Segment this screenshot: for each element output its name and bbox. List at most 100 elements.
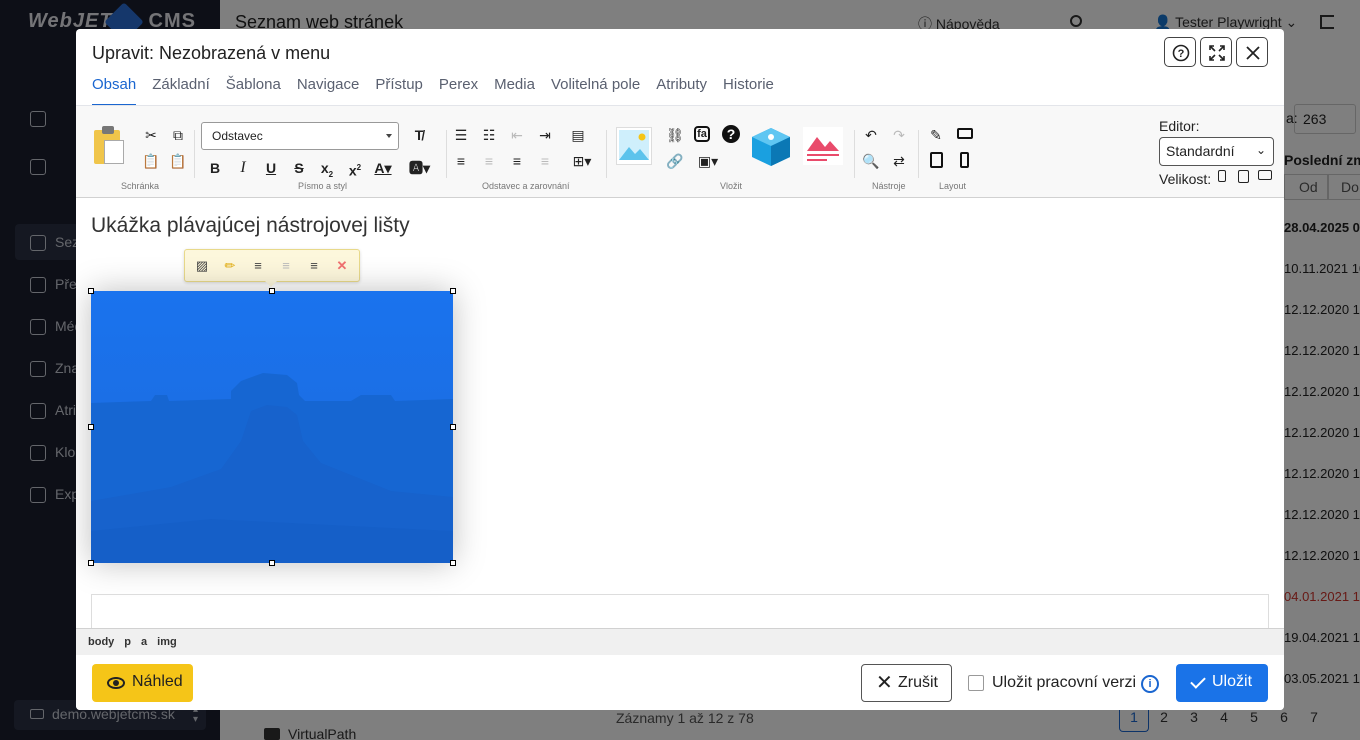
tab-historie[interactable]: Historie xyxy=(723,76,774,106)
insert-image-icon[interactable] xyxy=(616,127,652,165)
redo-icon[interactable]: ↷ xyxy=(890,126,908,144)
paste-word-icon[interactable]: 📋 xyxy=(169,152,187,170)
expand-icon xyxy=(1209,45,1225,61)
content-image[interactable] xyxy=(88,288,456,566)
chevron-down-icon: ⌄ xyxy=(1255,143,1266,157)
tab-šablona[interactable]: Šablona xyxy=(226,76,281,106)
subscript-icon[interactable]: x2 xyxy=(318,159,336,179)
replace-icon[interactable]: ⇄ xyxy=(890,152,908,170)
bulleted-list-icon[interactable]: ☰ xyxy=(452,126,470,144)
path-item-p[interactable]: p xyxy=(124,636,131,648)
save-draft-checkbox[interactable] xyxy=(968,675,984,691)
maximize-button[interactable] xyxy=(1200,37,1232,67)
editor-label: Editor: xyxy=(1159,118,1200,134)
save-draft-label[interactable]: Uložit pracovní verzi xyxy=(992,674,1136,692)
size-desktop-icon[interactable] xyxy=(1258,170,1272,180)
link-icon[interactable]: 🔗 xyxy=(666,152,684,170)
help-button[interactable]: ? xyxy=(1164,37,1196,67)
content-heading[interactable]: Ukážka plávajúcej nástrojovej lišty xyxy=(91,214,410,238)
phone-icon[interactable] xyxy=(960,152,969,168)
bold-icon[interactable]: B xyxy=(206,159,224,177)
superscript-icon[interactable]: x2 xyxy=(346,159,364,179)
checkmark-icon xyxy=(1190,673,1206,689)
resize-handle-e[interactable] xyxy=(450,424,456,430)
empty-paragraph[interactable] xyxy=(91,594,1269,629)
element-path-bar: body p a img xyxy=(76,628,1284,655)
cancel-button[interactable]: ✕ Zrušit xyxy=(861,664,952,702)
path-item-img[interactable]: img xyxy=(157,636,177,648)
justify-icon[interactable]: ≡ xyxy=(536,152,554,170)
paste-text-icon[interactable]: 📋 xyxy=(142,152,160,170)
resize-handle-sw[interactable] xyxy=(88,560,94,566)
align-right-icon[interactable]: ≡ xyxy=(508,152,526,170)
text-color-icon[interactable]: A▾ xyxy=(374,159,392,177)
info-icon[interactable]: i xyxy=(1141,675,1159,693)
tab-volitelná-pole[interactable]: Volitelná pole xyxy=(551,76,640,106)
align-left-icon[interactable]: ≡ xyxy=(452,152,470,170)
edit-page-dialog: Upravit: Nezobrazená v menu ? Obsah Zákla… xyxy=(76,29,1284,710)
find-icon[interactable]: 🔍 xyxy=(862,152,880,170)
tab-media[interactable]: Media xyxy=(494,76,535,106)
resize-handle-s[interactable] xyxy=(269,560,275,566)
table-icon[interactable]: ⊞▾ xyxy=(569,152,595,170)
underline-icon[interactable]: U xyxy=(262,159,280,177)
resize-handle-n[interactable] xyxy=(269,288,275,294)
tablet-icon[interactable] xyxy=(930,152,943,168)
group-label-font: Písmo a styl xyxy=(298,181,348,191)
format-select[interactable]: Odstavec xyxy=(201,122,399,150)
resize-handle-w[interactable] xyxy=(88,424,94,430)
font-awesome-icon[interactable]: fa xyxy=(694,126,710,142)
insert-component-icon[interactable] xyxy=(750,126,792,168)
path-item-body[interactable]: body xyxy=(88,636,114,648)
tab-perex[interactable]: Perex xyxy=(439,76,478,106)
form-icon[interactable]: ▣▾ xyxy=(694,152,722,170)
desert-landscape-image xyxy=(91,291,453,563)
align-right-icon[interactable]: ≡ xyxy=(306,258,322,274)
insert-gallery-icon[interactable] xyxy=(803,127,843,165)
toolbar-pointer xyxy=(265,281,277,287)
cut-icon[interactable]: ✂ xyxy=(142,126,160,144)
undo-icon[interactable]: ↶ xyxy=(862,126,880,144)
background-color-icon[interactable]: 🅰▾ xyxy=(409,159,430,177)
delete-icon[interactable]: ✕ xyxy=(334,258,350,274)
tab-atributy[interactable]: Atributy xyxy=(656,76,707,106)
remove-format-icon[interactable]: T̸ xyxy=(410,126,428,144)
strikethrough-icon[interactable]: S xyxy=(290,159,308,177)
italic-icon[interactable]: I xyxy=(234,159,252,177)
outdent-icon[interactable]: ⇤ xyxy=(508,126,526,144)
resize-handle-nw[interactable] xyxy=(88,288,94,294)
preview-button[interactable]: Náhled xyxy=(92,664,193,702)
tab-základní[interactable]: Základní xyxy=(152,76,210,106)
tab-obsah[interactable]: Obsah xyxy=(92,76,137,106)
group-label-insert: Vložit xyxy=(720,181,743,191)
close-button[interactable] xyxy=(1236,37,1268,67)
indent-icon[interactable]: ⇥ xyxy=(536,126,554,144)
page-break-icon[interactable]: ▤ xyxy=(569,126,587,144)
copy-icon[interactable]: ⧉ xyxy=(169,126,187,144)
tab-navigace[interactable]: Navigace xyxy=(297,76,360,106)
pencil-icon[interactable]: ✏ xyxy=(222,258,238,274)
size-tablet-icon[interactable] xyxy=(1238,170,1249,183)
group-label-paragraph: Odstavec a zarovnání xyxy=(482,181,570,191)
desktop-icon[interactable] xyxy=(957,128,973,139)
numbered-list-icon[interactable]: ☷ xyxy=(480,126,498,144)
help-circle-icon[interactable]: ? xyxy=(722,125,740,143)
unlink-icon[interactable]: ⛓ xyxy=(666,126,684,144)
align-left-icon[interactable]: ≡ xyxy=(250,258,266,274)
save-button[interactable]: Uložit xyxy=(1176,664,1268,702)
tab-přístup[interactable]: Přístup xyxy=(375,76,423,106)
toolbar-separator xyxy=(918,130,919,178)
resize-handle-ne[interactable] xyxy=(450,288,456,294)
group-label-clipboard: Schránka xyxy=(121,181,160,191)
path-item-a[interactable]: a xyxy=(141,636,147,648)
resize-handle-se[interactable] xyxy=(450,560,456,566)
align-center-icon[interactable]: ≡ xyxy=(480,152,498,170)
edit-layout-icon[interactable]: ✎ xyxy=(927,126,945,144)
align-center-icon[interactable]: ≡ xyxy=(278,258,294,274)
editor-select[interactable]: Standardní ⌄ xyxy=(1159,137,1274,166)
editor-content[interactable]: Ukážka plávajúcej nástrojovej lišty ▨ ✏ … xyxy=(76,199,1284,629)
size-phone-icon[interactable] xyxy=(1218,170,1226,182)
paste-icon[interactable] xyxy=(94,126,126,166)
dialog-tabs: Obsah Základní Šablona Navigace Přístup Perex… xyxy=(92,76,790,106)
image-icon[interactable]: ▨ xyxy=(194,258,210,274)
